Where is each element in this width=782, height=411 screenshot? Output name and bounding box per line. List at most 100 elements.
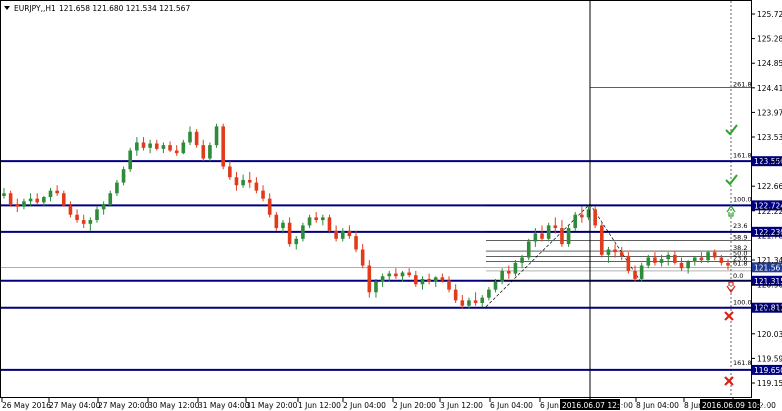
candle-body	[706, 252, 710, 261]
fib-level-label: 161.8	[733, 152, 752, 160]
candle-body	[314, 217, 318, 221]
candle-body	[646, 257, 651, 266]
candle-body	[281, 222, 285, 229]
time-tick-label: 3 Jun 12:00	[440, 401, 483, 410]
candle-body	[214, 126, 219, 146]
candle-body	[68, 205, 73, 215]
candle-body	[301, 225, 305, 239]
price-tick-label: 120.470	[757, 305, 782, 314]
candle-body	[321, 217, 325, 221]
price-tick-label: 121.340	[757, 256, 782, 265]
candle-body	[2, 193, 6, 196]
candle-body	[407, 272, 411, 276]
candle-body	[261, 190, 265, 199]
time-tick-label: 6 Jun 04:00	[490, 401, 533, 410]
candle-body	[88, 220, 93, 224]
candle-body	[307, 217, 312, 226]
candle-body	[493, 281, 498, 290]
ohlc-label: 121.658 121.680 121.534 121.567	[59, 4, 190, 13]
candle-body	[659, 259, 664, 263]
candle-body	[387, 273, 392, 277]
price-tick-label: 119.150	[757, 379, 782, 388]
price-tick-label: 121.780	[757, 231, 782, 240]
candle-body	[42, 197, 46, 203]
candle-body	[234, 177, 239, 186]
candle-body	[287, 222, 292, 245]
time-tick-label: 8 Jun 04:00	[636, 401, 679, 410]
time-tick-label: 27 May 04:00	[49, 401, 101, 410]
time-tick-label: 27 May 20:00	[98, 401, 150, 410]
candle-body	[487, 289, 491, 298]
candle-body	[201, 145, 206, 159]
candle-body	[593, 209, 597, 226]
time-tick-label: 26 May 2016	[2, 401, 51, 410]
candle-body	[460, 300, 465, 306]
candle-body	[168, 145, 172, 151]
candle-body	[28, 198, 33, 202]
candle-body	[221, 126, 225, 167]
candle-body	[208, 145, 212, 159]
candle-body	[606, 249, 611, 255]
price-chart[interactable]: EURJPY,,H1 121.658 121.680 121.534 121.5…	[0, 0, 782, 411]
candle-body	[599, 225, 604, 255]
time-tick-label: 31 May 04:00	[198, 401, 250, 410]
candle-body	[294, 238, 299, 245]
candle-body	[327, 217, 332, 231]
price-tick-label: 124.410	[757, 84, 782, 93]
price-tick-label: 124.850	[757, 59, 782, 68]
candle-body	[340, 230, 345, 239]
candle-body	[35, 198, 40, 203]
price-tick-label: 125.280	[757, 35, 782, 44]
candle-body	[712, 252, 717, 258]
time-tick-label: 30 May 12:00	[148, 401, 200, 410]
symbol-label: EURJPY,,H1	[14, 4, 56, 13]
candle-body	[520, 257, 524, 263]
candle-body	[194, 131, 199, 146]
candle-body	[692, 257, 697, 262]
candle-body	[719, 257, 724, 263]
price-tick-label: 123.970	[757, 108, 782, 117]
price-axis[interactable]: 125.720 125.280 124.850 124.410 123.970 123.5…	[751, 10, 782, 388]
time-axis[interactable]: 26 May 201627 May 04:0027 May 20:0030 Ma…	[1, 398, 776, 410]
candle-body	[414, 275, 418, 285]
candle-body	[619, 252, 624, 256]
fib-level-label: 261.8	[733, 80, 752, 88]
cursor-time-tag-right: 2016.06.09 10:00	[700, 399, 769, 410]
candle-body	[81, 220, 86, 224]
candle-body	[15, 204, 20, 207]
candle-body	[354, 236, 358, 250]
cursor-time-label-right: 2016.06.09 10:00	[702, 401, 769, 410]
candle-body	[507, 270, 511, 274]
price-tick-label: 122.220	[757, 207, 782, 216]
candle-body	[633, 270, 637, 279]
candle-body	[726, 262, 730, 266]
candle-body	[188, 131, 192, 143]
candle-body	[580, 214, 584, 218]
candle-body	[526, 241, 531, 258]
candle-body	[374, 281, 378, 293]
fib-level-label: 58.9	[733, 233, 747, 241]
fib-level-label: 161.8	[733, 359, 752, 367]
candle-body	[566, 228, 571, 245]
candle-body	[48, 190, 53, 198]
candle-body	[95, 209, 99, 221]
candle-body	[453, 289, 458, 301]
candle-body	[480, 297, 485, 304]
candle-body	[400, 272, 405, 277]
candle-body	[128, 150, 133, 170]
candle-body	[241, 179, 245, 186]
candle-body	[121, 169, 126, 183]
candle-body	[8, 193, 13, 204]
fib-level-label: 23.6	[733, 222, 747, 230]
plot-frame	[0, 0, 752, 398]
price-tick-label: 119.590	[757, 354, 782, 363]
price-tick-label: 122.660	[757, 182, 782, 191]
candle-body	[181, 142, 186, 154]
candle-body	[653, 257, 657, 263]
time-tick-label: 1 Jun 12:00	[298, 401, 341, 410]
candle-body	[367, 265, 372, 293]
time-tick-label: 2 Jun 20:00	[393, 401, 436, 410]
candle-body	[500, 270, 504, 282]
candle-body	[440, 277, 445, 281]
candle-body	[639, 265, 644, 279]
